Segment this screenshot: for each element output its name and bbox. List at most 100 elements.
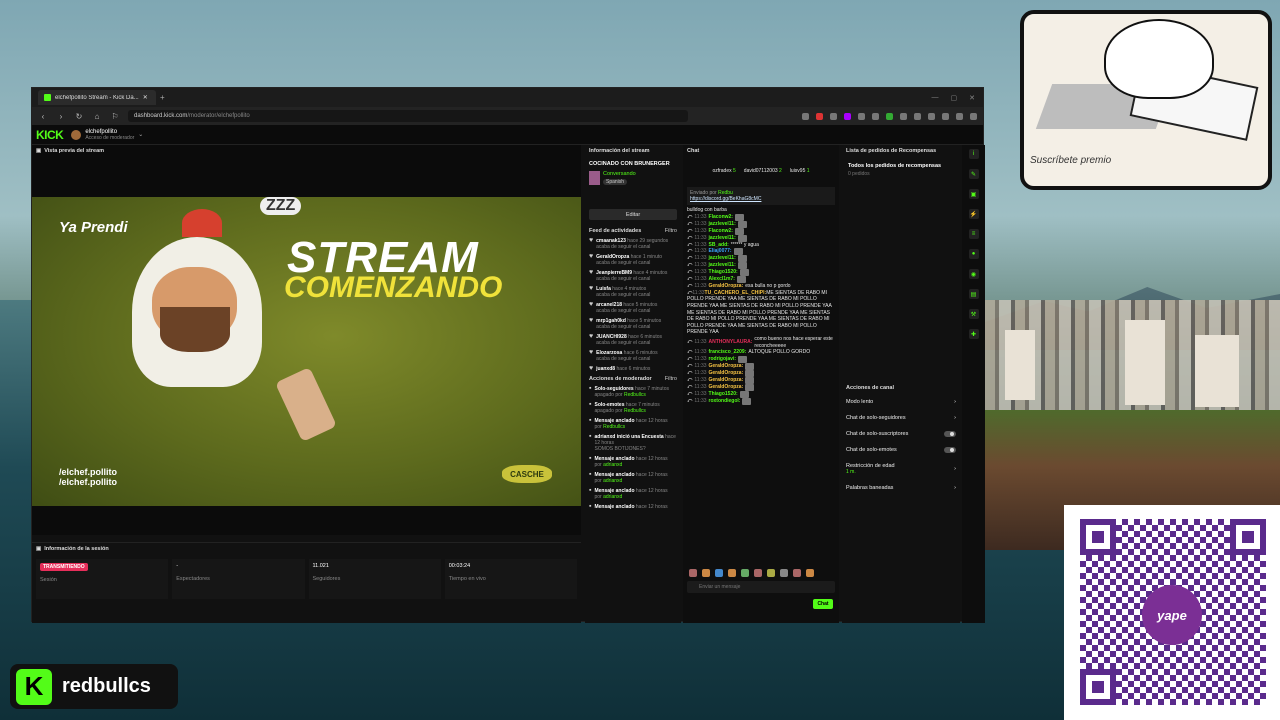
reply-icon[interactable]: ⤺ xyxy=(687,370,692,377)
reply-icon[interactable]: ⤺ xyxy=(687,363,692,370)
extension-icon[interactable] xyxy=(844,112,851,120)
emote-icon[interactable] xyxy=(754,569,762,577)
message-user[interactable]: Thiago1520: xyxy=(709,269,738,276)
url-field[interactable]: dashboard.kick.com/moderator/elchefpolli… xyxy=(128,110,688,122)
message-user[interactable]: jazzlevel11: xyxy=(709,221,736,228)
chat-icon[interactable]: ● xyxy=(968,249,979,259)
message-user[interactable]: ANTHONYLAURA: xyxy=(709,339,753,346)
feed-filter-button[interactable]: Filtro xyxy=(665,228,677,234)
reply-icon[interactable]: ⤺ xyxy=(687,262,692,269)
back-icon[interactable]: ‹ xyxy=(38,112,48,121)
extension-icon[interactable] xyxy=(928,112,935,120)
emote-icon[interactable] xyxy=(689,569,697,577)
reply-icon[interactable]: ⤺ xyxy=(687,349,692,356)
extension-icon[interactable] xyxy=(830,112,837,120)
message-user[interactable]: rodrigojavi: xyxy=(709,356,737,363)
message-user[interactable]: Eliaj0077: xyxy=(709,248,732,255)
mod-filter-button[interactable]: Filtro xyxy=(665,376,677,382)
reply-icon[interactable]: ⤺ xyxy=(687,248,692,255)
reply-icon[interactable]: ⤺ xyxy=(687,255,692,262)
bolt-icon[interactable]: ⚡ xyxy=(968,209,979,219)
emote-icon[interactable] xyxy=(741,569,749,577)
broadcast-icon[interactable]: ◉ xyxy=(968,269,979,279)
extension-icon[interactable] xyxy=(942,112,949,120)
emote-icon[interactable] xyxy=(715,569,723,577)
reply-icon[interactable]: ⤺ xyxy=(687,235,692,242)
new-tab-icon[interactable]: + xyxy=(160,93,165,102)
menu-icon[interactable] xyxy=(970,112,977,120)
stream-video[interactable]: Ya Prendi ZZZ STREAM COMENZANDO /elchef.… xyxy=(32,197,581,506)
emote-icon[interactable] xyxy=(728,569,736,577)
extension-icon[interactable] xyxy=(886,112,893,120)
message-user[interactable]: TU_CACHERO_EL_CHIPI: xyxy=(705,290,767,296)
reply-icon[interactable]: ⤺ xyxy=(687,221,692,228)
reply-icon[interactable]: ⤺ xyxy=(687,339,692,346)
followers-only-action[interactable]: Chat de solo-seguidores › xyxy=(842,410,960,426)
reply-icon[interactable]: ⤺ xyxy=(687,398,692,405)
reply-icon[interactable]: ⤺ xyxy=(687,228,692,235)
edit-button[interactable]: Editar xyxy=(589,209,677,220)
subscribers-only-toggle[interactable] xyxy=(944,431,956,437)
all-rewards[interactable]: Todos los pedidos de recompensas xyxy=(848,163,954,169)
extension-icon[interactable] xyxy=(872,112,879,120)
extension-icon[interactable] xyxy=(900,112,907,120)
reply-icon[interactable]: ⤺ xyxy=(687,356,692,363)
list-icon[interactable]: ≡ xyxy=(968,229,979,239)
bookmark-icon[interactable]: ⚐ xyxy=(110,112,120,121)
reply-icon[interactable]: ⤺ xyxy=(687,384,692,391)
reply-icon[interactable]: ⤺ xyxy=(687,391,692,398)
minimize-icon[interactable]: — xyxy=(932,94,939,102)
reply-icon[interactable]: ⤺ xyxy=(687,269,692,276)
maximize-icon[interactable]: ▢ xyxy=(951,94,958,102)
banned-words-action[interactable]: Palabras baneadas › xyxy=(842,480,960,496)
extension-icon[interactable] xyxy=(858,112,865,120)
message-user[interactable]: Flaconw2: xyxy=(709,228,733,235)
emotes-only-toggle[interactable] xyxy=(944,447,956,453)
message-user[interactable]: Alexcl1m7: xyxy=(709,276,735,283)
message-user[interactable]: GeraldOropza: xyxy=(709,283,744,290)
channel-switcher[interactable]: elchefpollito Acceso de moderador ⌄ xyxy=(71,129,143,141)
reply-icon[interactable]: ⤺ xyxy=(687,283,692,290)
reload-icon[interactable]: ↻ xyxy=(74,112,84,121)
puzzle-icon[interactable]: ✚ xyxy=(968,329,979,339)
send-chat-button[interactable]: Chat xyxy=(813,599,833,609)
extension-icon[interactable] xyxy=(914,112,921,120)
reply-icon[interactable]: ⤺ xyxy=(687,377,692,384)
message-user[interactable]: SB_add: xyxy=(709,242,729,249)
extension-icon[interactable] xyxy=(956,112,963,120)
age-restriction-action[interactable]: Restricción de edad 1 m. › xyxy=(842,458,960,480)
message-user[interactable]: GeraldOropza: xyxy=(709,370,744,377)
home-icon[interactable]: ⌂ xyxy=(92,112,102,121)
close-icon[interactable]: ✕ xyxy=(143,94,148,101)
chat-input[interactable]: Enviar un mensaje xyxy=(687,581,835,593)
pinned-link[interactable]: https://discord.gg/BeKhaG8cMC xyxy=(690,196,761,202)
forward-icon[interactable]: › xyxy=(56,112,66,121)
message-user[interactable]: GeraldOropza: xyxy=(709,363,744,370)
shield-icon[interactable]: ▣ xyxy=(968,189,979,199)
emote-icon[interactable] xyxy=(702,569,710,577)
message-user[interactable]: Flaconw2: xyxy=(709,214,733,221)
message-user[interactable]: GeraldOropza: xyxy=(709,377,744,384)
browser-tab[interactable]: elchefpollito Stream - Kick Da... ✕ xyxy=(38,90,156,105)
extension-icon[interactable] xyxy=(802,112,809,120)
stack-icon[interactable]: ▤ xyxy=(968,289,979,299)
reply-icon[interactable]: ⤺ xyxy=(687,214,692,221)
emote-icon[interactable] xyxy=(793,569,801,577)
message-user[interactable]: GeraldOropza: xyxy=(709,384,744,391)
message-user[interactable]: Thiago1520: xyxy=(709,391,738,398)
message-user[interactable]: jazzlevel11: xyxy=(709,255,736,262)
slow-mode-action[interactable]: Modo lento › xyxy=(842,394,960,410)
emote-icon[interactable] xyxy=(767,569,775,577)
info-icon[interactable]: i xyxy=(968,149,979,159)
reply-icon[interactable]: ⤺ xyxy=(687,276,692,283)
emote-icon[interactable] xyxy=(806,569,814,577)
message-user[interactable]: francisco_2209: xyxy=(709,349,747,356)
kick-logo[interactable]: KICK xyxy=(36,128,64,142)
message-user[interactable]: jazzlevel11: xyxy=(709,262,736,269)
message-user[interactable]: roxtondiegol: xyxy=(709,398,741,405)
message-user[interactable]: jazzlevel11: xyxy=(709,235,736,242)
wrench-icon[interactable]: ⚒ xyxy=(968,309,979,319)
extension-icon[interactable] xyxy=(816,112,823,120)
edit-icon[interactable]: ✎ xyxy=(968,169,979,179)
reply-icon[interactable]: ⤺ xyxy=(687,242,692,249)
